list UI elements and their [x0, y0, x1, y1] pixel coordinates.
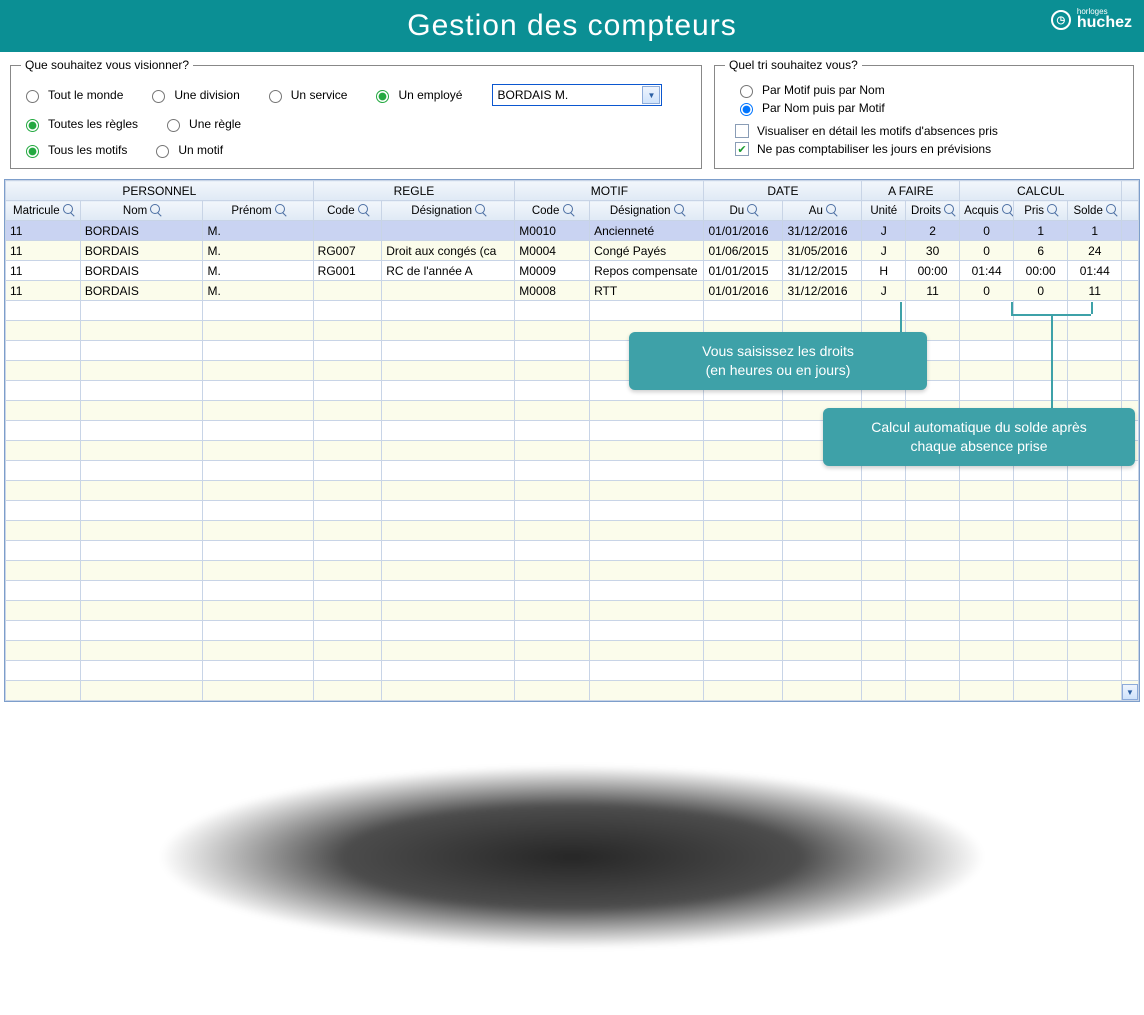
chevron-down-icon: ▼ [642, 86, 660, 104]
col-group-date[interactable]: DATE [704, 181, 862, 201]
brand-logo: ◷ horloges huchez [1051, 8, 1132, 32]
employee-select[interactable]: BORDAIS M. ▼ [492, 84, 662, 106]
table-row [6, 381, 1139, 401]
col-au[interactable]: Au [783, 201, 862, 221]
col-pris[interactable]: Pris [1014, 201, 1068, 221]
col-acquis[interactable]: Acquis [960, 201, 1014, 221]
callout-line [1011, 302, 1013, 314]
scroll-down-button[interactable]: ▼ [1122, 684, 1138, 700]
checkbox-ignore-forecast[interactable]: ✔ [735, 142, 749, 156]
filter-icon [674, 204, 684, 214]
filter-icon [1002, 204, 1012, 214]
radio-service[interactable]: Un service [264, 87, 348, 103]
checkbox-detail-label: Visualiser en détail les motifs d'absenc… [757, 124, 998, 138]
col-solde[interactable]: Solde [1068, 201, 1122, 221]
radio-division[interactable]: Une division [147, 87, 239, 103]
filter-icon [747, 204, 757, 214]
callout-droits: Vous saisissez les droits (en heures ou … [629, 332, 927, 390]
view-filter-group: Que souhaitez vous visionner? Tout le mo… [10, 58, 702, 169]
callout-solde: Calcul automatique du solde après chaque… [823, 408, 1135, 466]
sort-filter-legend: Quel tri souhaitez vous? [725, 58, 862, 72]
col-group-motif[interactable]: MOTIF [515, 181, 704, 201]
col-group-personnel[interactable]: PERSONNEL [6, 181, 314, 201]
callout-line [1091, 302, 1093, 314]
filter-icon [1106, 204, 1116, 214]
drop-shadow [52, 742, 1092, 972]
table-row [6, 481, 1139, 501]
checkbox-ignore-forecast-label: Ne pas comptabiliser les jours en prévis… [757, 142, 991, 156]
radio-one-rule[interactable]: Une règle [162, 116, 241, 132]
clock-icon: ◷ [1051, 10, 1071, 30]
col-prenom[interactable]: Prénom [203, 201, 313, 221]
radio-sort-motif[interactable]: Par Motif puis par Nom [735, 82, 1123, 98]
filter-icon [563, 204, 573, 214]
callout-line [1051, 314, 1053, 408]
filter-icon [63, 204, 73, 214]
table-row [6, 501, 1139, 521]
table-row [6, 561, 1139, 581]
table-row [6, 301, 1139, 321]
filter-icon [275, 204, 285, 214]
col-group-afaire[interactable]: A FAIRE [862, 181, 960, 201]
radio-employee[interactable]: Un employé [371, 87, 462, 103]
col-group-calcul[interactable]: CALCUL [960, 181, 1122, 201]
checkbox-detail[interactable] [735, 124, 749, 138]
filter-icon [1047, 204, 1057, 214]
table-row [6, 661, 1139, 681]
table-row [6, 581, 1139, 601]
view-filter-legend: Que souhaitez vous visionner? [21, 58, 193, 72]
table-row [6, 681, 1139, 701]
col-matricule[interactable]: Matricule [6, 201, 81, 221]
table-row[interactable]: 11BORDAISM.RG001RC de l'année AM0009Repo… [6, 261, 1139, 281]
table-row [6, 361, 1139, 381]
col-nom[interactable]: Nom [80, 201, 203, 221]
col-desig-regle[interactable]: Désignation [382, 201, 515, 221]
filter-icon [826, 204, 836, 214]
table-row [6, 341, 1139, 361]
radio-everyone[interactable]: Tout le monde [21, 87, 123, 103]
table-row [6, 321, 1139, 341]
radio-all-rules[interactable]: Toutes les règles [21, 116, 138, 132]
col-code-regle[interactable]: Code [313, 201, 382, 221]
page-title: Gestion des compteurs [407, 9, 736, 43]
filter-icon [475, 204, 485, 214]
col-du[interactable]: Du [704, 201, 783, 221]
sort-filter-group: Quel tri souhaitez vous? Par Motif puis … [714, 58, 1134, 169]
col-code-motif[interactable]: Code [515, 201, 590, 221]
header-bar: Gestion des compteurs ◷ horloges huchez [0, 0, 1144, 52]
table-row [6, 521, 1139, 541]
radio-sort-name[interactable]: Par Nom puis par Motif [735, 100, 1123, 116]
table-row [6, 621, 1139, 641]
table-row [6, 541, 1139, 561]
table-row[interactable]: 11BORDAISM.M0010Ancienneté01/01/201631/1… [6, 221, 1139, 241]
radio-one-motif[interactable]: Un motif [151, 142, 223, 158]
col-unite[interactable]: Unité [862, 201, 906, 221]
table-row[interactable]: 11BORDAISM.RG007Droit aux congés (caM000… [6, 241, 1139, 261]
filter-icon [358, 204, 368, 214]
radio-all-motifs[interactable]: Tous les motifs [21, 142, 127, 158]
col-group-regle[interactable]: REGLE [313, 181, 515, 201]
data-grid: PERSONNEL REGLE MOTIF DATE A FAIRE CALCU… [4, 179, 1140, 702]
employee-selected-value: BORDAIS M. [497, 88, 568, 102]
table-row [6, 641, 1139, 661]
col-desig-motif[interactable]: Désignation [590, 201, 704, 221]
table-row [6, 601, 1139, 621]
col-droits[interactable]: Droits [906, 201, 960, 221]
table-row[interactable]: 11BORDAISM.M0008RTT01/01/201631/12/2016J… [6, 281, 1139, 301]
filter-icon [944, 204, 954, 214]
brand-text: horloges huchez [1077, 8, 1132, 32]
filter-icon [150, 204, 160, 214]
